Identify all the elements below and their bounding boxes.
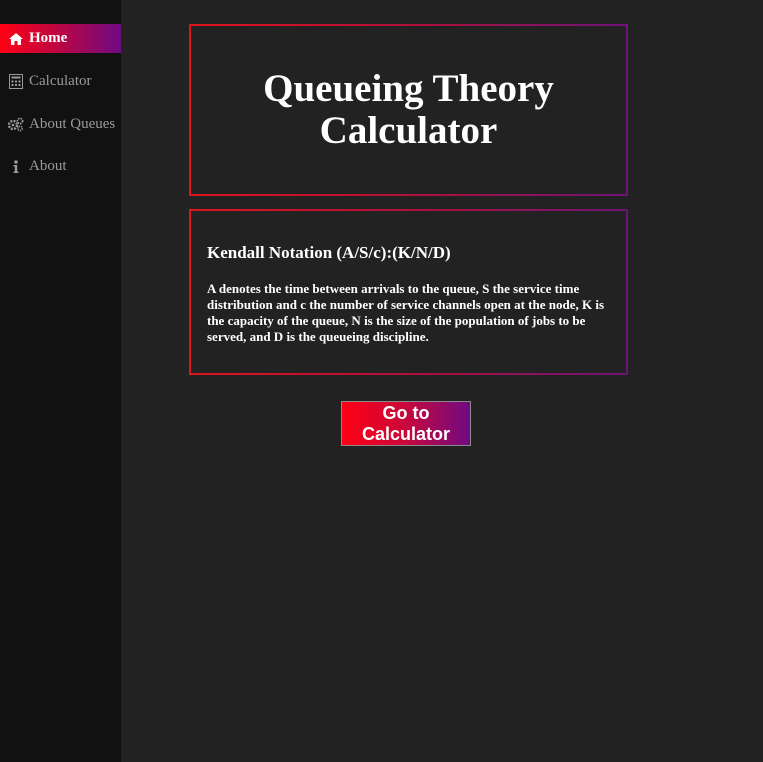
kendall-notation-card: Kendall Notation (A/S/c):(K/N/D) A denot… bbox=[189, 209, 628, 375]
info-icon bbox=[8, 159, 24, 175]
sidebar: Home Calculator About Queues About bbox=[0, 0, 121, 762]
sidebar-item-about-queues[interactable]: About Queues bbox=[0, 110, 121, 139]
sidebar-item-label: About bbox=[29, 158, 67, 174]
section-heading: Kendall Notation (A/S/c):(K/N/D) bbox=[207, 243, 451, 262]
sidebar-item-label: Calculator bbox=[29, 73, 92, 89]
title-card: Queueing Theory Calculator bbox=[189, 24, 628, 196]
gears-icon bbox=[8, 117, 24, 133]
sidebar-item-about[interactable]: About bbox=[0, 152, 121, 181]
sidebar-item-label: Home bbox=[29, 30, 68, 46]
page-title: Queueing Theory Calculator bbox=[263, 67, 554, 152]
calculator-icon bbox=[8, 74, 24, 90]
home-icon bbox=[8, 31, 24, 47]
go-to-calculator-button[interactable]: Go to Calculator bbox=[341, 401, 471, 446]
sidebar-item-label: About Queues bbox=[29, 116, 116, 132]
sidebar-item-calculator[interactable]: Calculator bbox=[0, 67, 121, 96]
section-body: A denotes the time between arrivals to t… bbox=[207, 281, 605, 344]
sidebar-item-home[interactable]: Home bbox=[0, 24, 121, 53]
